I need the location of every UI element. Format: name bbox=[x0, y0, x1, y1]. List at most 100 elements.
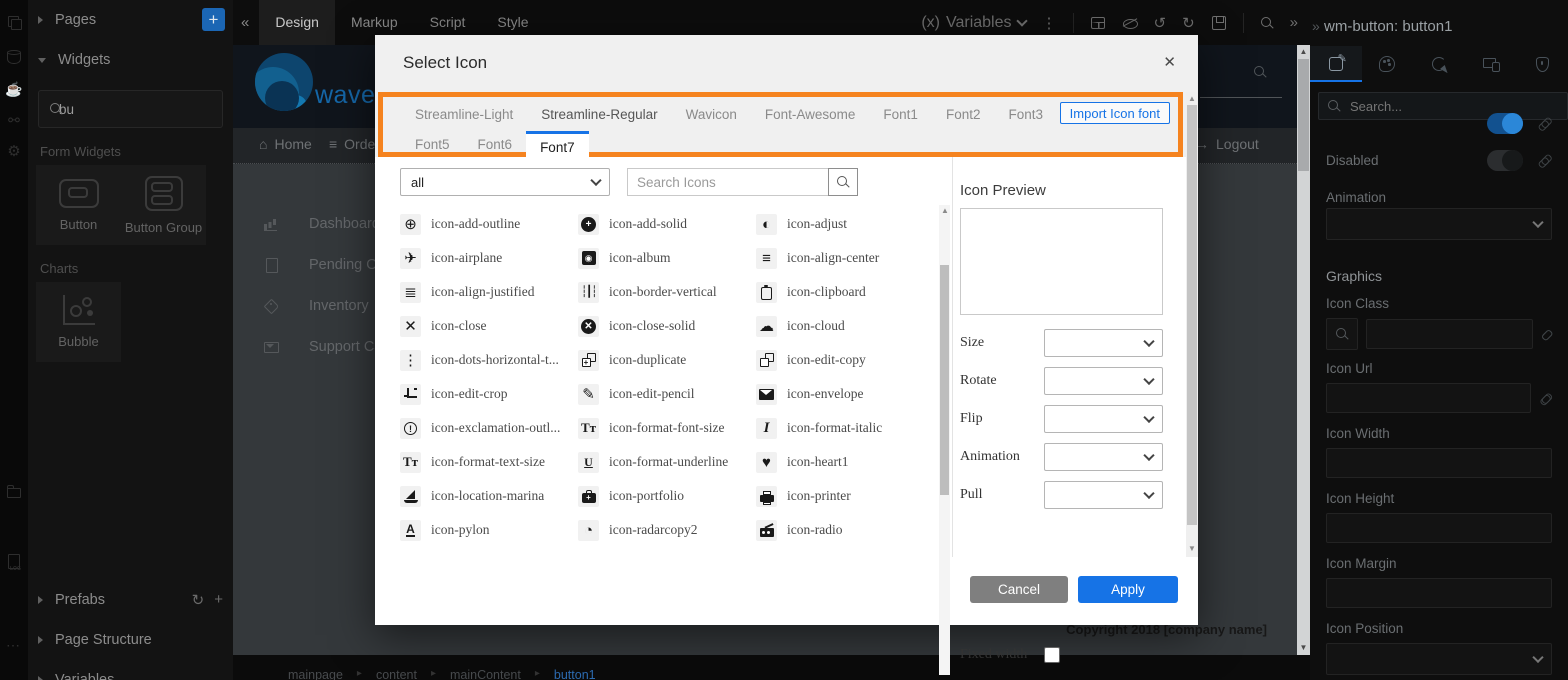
apply-button[interactable]: Apply bbox=[1078, 576, 1178, 603]
icon-grid-item[interactable]: icon-edit-crop bbox=[400, 377, 578, 411]
bind-link-icon[interactable] bbox=[1537, 325, 1555, 343]
icon-grid-item[interactable]: +icon-add-solid bbox=[578, 207, 756, 241]
scrollbar-thumb[interactable] bbox=[1187, 105, 1197, 525]
bind-link-icon[interactable] bbox=[1534, 150, 1555, 171]
scrollbar-thumb[interactable] bbox=[940, 265, 949, 495]
scrollbar-thumb[interactable] bbox=[1298, 59, 1309, 171]
font-tab-wavicon[interactable]: Wavicon bbox=[672, 101, 751, 129]
icon-grid-item[interactable]: ⋮icon-dots-horizontal-t... bbox=[400, 343, 578, 377]
icon-position-select[interactable] bbox=[1326, 643, 1552, 675]
add-prefab-icon[interactable]: + bbox=[214, 591, 223, 609]
icon-search-input[interactable] bbox=[627, 168, 829, 196]
security-tab[interactable] bbox=[1516, 46, 1568, 82]
icon-grid-item[interactable]: Tᴛicon-format-text-size bbox=[400, 445, 578, 479]
java-icon[interactable]: ☕ bbox=[5, 80, 23, 98]
breadcrumb-item[interactable]: mainContent bbox=[450, 668, 521, 680]
zoom-icon[interactable] bbox=[1260, 16, 1274, 30]
canvas-search-input[interactable] bbox=[1200, 97, 1282, 98]
more-dots-icon[interactable]: ⋯ bbox=[5, 636, 23, 654]
bind-link-icon[interactable] bbox=[1535, 388, 1555, 408]
class-search-button[interactable] bbox=[1326, 318, 1358, 350]
database-icon[interactable] bbox=[5, 48, 23, 66]
pages-icon[interactable] bbox=[5, 14, 23, 32]
devices-tab[interactable] bbox=[1465, 46, 1517, 82]
scroll-up-icon[interactable]: ▲ bbox=[1297, 46, 1310, 58]
icon-grid-item[interactable]: ✕icon-close-solid bbox=[578, 309, 756, 343]
icon-category-select[interactable]: all bbox=[400, 168, 610, 196]
expand-right-icon[interactable]: » bbox=[1290, 14, 1298, 31]
sidebar-item-page-structure[interactable]: Page Structure bbox=[28, 620, 233, 660]
save-icon[interactable] bbox=[1211, 15, 1227, 31]
styles-tab[interactable] bbox=[1362, 46, 1414, 82]
widget-tile-button[interactable]: Button bbox=[36, 165, 121, 245]
settings-gear-icon[interactable]: ⚙ bbox=[5, 143, 23, 161]
icon-grid-item[interactable]: ◔icon-radarcopy2 bbox=[578, 513, 756, 547]
rotate-select[interactable] bbox=[1044, 367, 1163, 395]
icon-grid-item[interactable]: Tᴛicon-format-font-size bbox=[578, 411, 756, 445]
icon-grid-item[interactable]: icon-printer bbox=[756, 479, 935, 513]
variables-menu[interactable]: (x) Variables bbox=[921, 14, 1025, 32]
icon-margin-input[interactable] bbox=[1326, 578, 1552, 608]
font-tab-font1[interactable]: Font1 bbox=[869, 101, 932, 129]
widget-tile-bubble[interactable]: Bubble bbox=[36, 282, 121, 362]
icon-grid-item[interactable]: ◐icon-adjust bbox=[756, 207, 935, 241]
icon-grid-item[interactable]: !icon-exclamation-outl... bbox=[400, 411, 578, 445]
redo-icon[interactable]: ↻ bbox=[1182, 14, 1195, 32]
breadcrumb-item[interactable]: mainpage bbox=[288, 668, 343, 680]
icon-grid-item[interactable]: Iicon-format-italic bbox=[756, 411, 935, 445]
icon-class-input[interactable] bbox=[1366, 319, 1533, 349]
disabled-toggle[interactable] bbox=[1487, 150, 1523, 171]
nav-item-home[interactable]: ⌂ Home bbox=[259, 136, 312, 152]
canvas-search-icon[interactable] bbox=[1253, 65, 1267, 79]
icon-grid-item[interactable]: ☁icon-cloud bbox=[756, 309, 935, 343]
cancel-button[interactable]: Cancel bbox=[970, 576, 1068, 603]
properties-tab[interactable] bbox=[1310, 46, 1362, 82]
icon-grid-item[interactable]: ┆┃┆icon-border-vertical bbox=[578, 275, 756, 309]
icon-grid-item[interactable]: +icon-portfolio bbox=[578, 479, 756, 513]
icon-width-input[interactable] bbox=[1326, 448, 1552, 478]
folder-icon[interactable] bbox=[5, 483, 23, 501]
toggle-on[interactable] bbox=[1487, 113, 1523, 134]
preview-eye-icon[interactable] bbox=[1122, 15, 1138, 31]
widget-tile-button-group[interactable]: Button Group bbox=[121, 165, 206, 245]
sidebar-item-variables[interactable]: Variables bbox=[28, 660, 233, 680]
sidebar-item-widgets[interactable]: Widgets bbox=[28, 40, 233, 80]
import-icon-font-button[interactable]: Import Icon font bbox=[1060, 102, 1170, 124]
canvas-scrollbar[interactable]: ▲ ▼ bbox=[1297, 45, 1310, 655]
icon-grid-item[interactable]: ✈icon-airplane bbox=[400, 241, 578, 275]
icon-grid-item[interactable]: ⊕icon-add-outline bbox=[400, 207, 578, 241]
icon-grid-item[interactable]: ♥icon-heart1 bbox=[756, 445, 935, 479]
collapse-sidebar-icon[interactable]: « bbox=[241, 14, 249, 31]
dialog-scrollbar[interactable]: ▲ ▼ bbox=[1186, 92, 1198, 557]
font-tab-font2[interactable]: Font2 bbox=[932, 101, 995, 129]
scroll-up-icon[interactable]: ▲ bbox=[1186, 93, 1198, 105]
font-tab-font3[interactable]: Font3 bbox=[994, 101, 1057, 129]
icon-grid-item[interactable]: Uicon-format-underline bbox=[578, 445, 756, 479]
events-tab[interactable] bbox=[1413, 46, 1465, 82]
icon-grid-item[interactable]: ✎icon-edit-pencil bbox=[578, 377, 756, 411]
font-tab-font-awesome[interactable]: Font-Awesome bbox=[751, 101, 870, 129]
size-select[interactable] bbox=[1044, 329, 1163, 357]
icon-grid-item[interactable]: Aicon-pylon bbox=[400, 513, 578, 547]
icon-grid-item[interactable]: ≣icon-align-justified bbox=[400, 275, 578, 309]
scroll-down-icon[interactable]: ▼ bbox=[1186, 543, 1198, 555]
font-tab-streamline-regular[interactable]: Streamline-Regular bbox=[527, 101, 671, 129]
bind-link-icon[interactable] bbox=[1534, 113, 1555, 134]
log-file-icon[interactable] bbox=[5, 553, 23, 571]
icon-search-button[interactable] bbox=[828, 168, 858, 196]
icon-grid-item[interactable]: ≡icon-align-center bbox=[756, 241, 935, 275]
breadcrumb-item[interactable]: button1 bbox=[554, 668, 596, 680]
scroll-down-icon[interactable]: ▼ bbox=[1297, 642, 1310, 654]
sidebar-item-prefabs[interactable]: Prefabs ↻ + bbox=[28, 580, 233, 620]
icon-grid-item[interactable]: icon-envelope bbox=[756, 377, 935, 411]
more-options-icon[interactable]: ⋮ bbox=[1042, 14, 1057, 32]
widget-search-input[interactable] bbox=[57, 101, 238, 118]
flip-select[interactable] bbox=[1044, 405, 1163, 433]
pull-select[interactable] bbox=[1044, 481, 1163, 509]
icon-grid-item[interactable]: icon-location-marina bbox=[400, 479, 578, 513]
icon-grid-item[interactable]: icon-edit-copy bbox=[756, 343, 935, 377]
undo-icon[interactable]: ↺ bbox=[1154, 14, 1167, 32]
icon-grid-item[interactable]: ◉icon-album bbox=[578, 241, 756, 275]
icon-grid-item[interactable]: icon-radio bbox=[756, 513, 935, 547]
font-tab-streamline-light[interactable]: Streamline-Light bbox=[401, 101, 527, 129]
